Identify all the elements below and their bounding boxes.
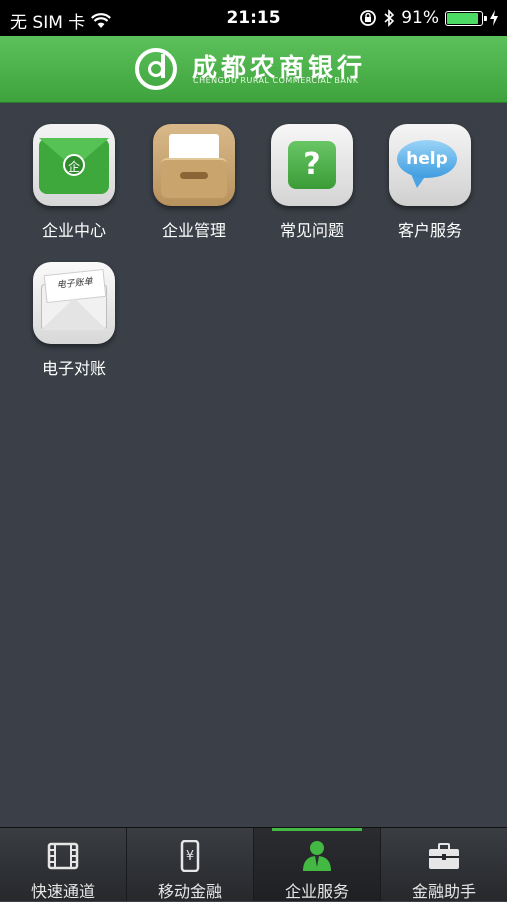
- svg-text:¥: ¥: [186, 849, 194, 864]
- status-bar: 无 SIM 卡 21:15 91%: [0, 0, 507, 36]
- briefcase-icon: [429, 843, 459, 869]
- app-enterprise-center[interactable]: 企 企业中心: [15, 124, 133, 241]
- app-label: 常见问题: [279, 221, 344, 240]
- tab-label: 移动金融: [157, 882, 222, 901]
- statement-mail-icon: 电子账单: [33, 262, 115, 344]
- green-envelope-icon: 企: [33, 124, 115, 206]
- charging-icon: [490, 10, 498, 26]
- app-label: 客户服务: [397, 221, 462, 240]
- bank-name-en: CHENGDU RURAL COMMERCIAL BANK: [193, 76, 359, 85]
- tab-enterprise-service[interactable]: 企业服务: [254, 828, 381, 901]
- tab-quick-access[interactable]: 快速通道: [0, 828, 127, 901]
- tab-label: 快速通道: [30, 882, 95, 901]
- bank-logo-icon: [135, 48, 177, 90]
- orientation-lock-icon: [360, 10, 377, 26]
- film-icon: [47, 842, 79, 870]
- bottom-tab-bar: 快速通道 ¥ 移动金融 企业服务 金融助手: [0, 827, 507, 901]
- battery-percent: 91%: [401, 8, 439, 28]
- tab-label: 金融助手: [411, 882, 476, 901]
- app-header: 成都农商银行: [0, 36, 507, 103]
- app-faq[interactable]: ? 常见问题: [253, 124, 371, 241]
- tab-label: 企业服务: [284, 882, 349, 901]
- app-e-statement[interactable]: 电子账单 电子对账: [15, 262, 133, 379]
- app-customer-service[interactable]: help 客户服务: [371, 124, 489, 241]
- app-label: 电子对账: [41, 359, 106, 378]
- file-box-icon: [153, 124, 235, 206]
- tab-finance-assistant[interactable]: 金融助手: [381, 828, 507, 901]
- phone-yuan-icon: ¥: [180, 840, 200, 872]
- app-enterprise-management[interactable]: 企业管理: [135, 124, 253, 241]
- app-label: 企业中心: [41, 221, 106, 240]
- app-label: 企业管理: [161, 221, 226, 240]
- question-icon: ?: [271, 124, 353, 206]
- help-bubble-icon: help: [389, 124, 471, 206]
- person-icon: [303, 841, 331, 871]
- tab-mobile-finance[interactable]: ¥ 移动金融: [127, 828, 254, 901]
- battery-icon: [445, 10, 487, 26]
- bluetooth-icon: [384, 9, 395, 27]
